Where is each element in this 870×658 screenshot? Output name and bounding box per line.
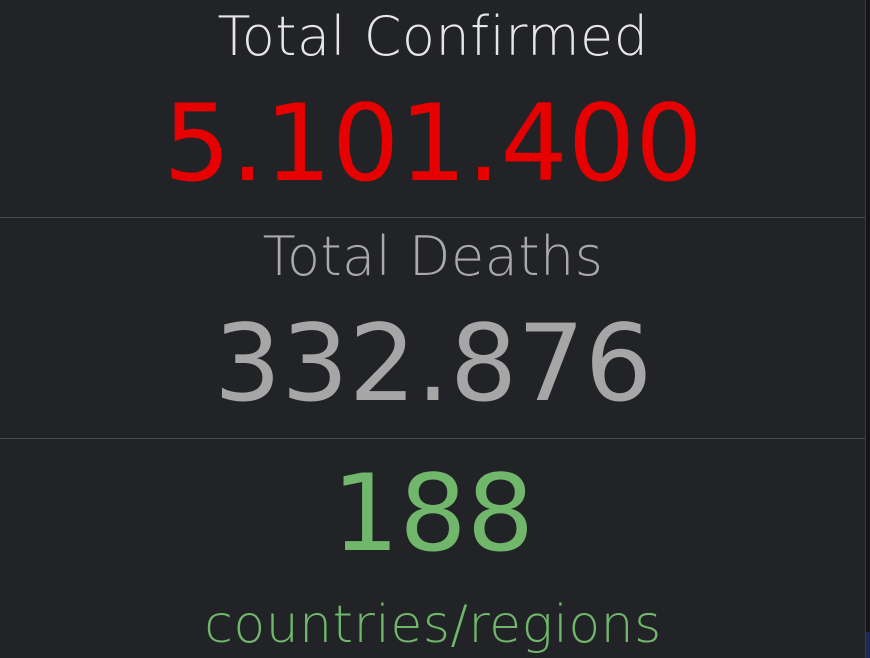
total-deaths-label: Total Deaths (262, 225, 604, 288)
total-confirmed-label: Total Confirmed (217, 5, 649, 68)
scrollbar-track[interactable] (866, 0, 870, 658)
total-confirmed-section: Total Confirmed 5.101.400 (0, 0, 866, 217)
countries-regions-label: countries/regions (204, 595, 662, 655)
countries-count-value: 188 (331, 452, 535, 575)
dashboard-stats-panel: Total Confirmed 5.101.400 Total Deaths 3… (0, 0, 870, 658)
total-deaths-value: 332.876 (213, 302, 653, 425)
corner-indicator (866, 632, 870, 658)
total-confirmed-value: 5.101.400 (163, 82, 703, 205)
